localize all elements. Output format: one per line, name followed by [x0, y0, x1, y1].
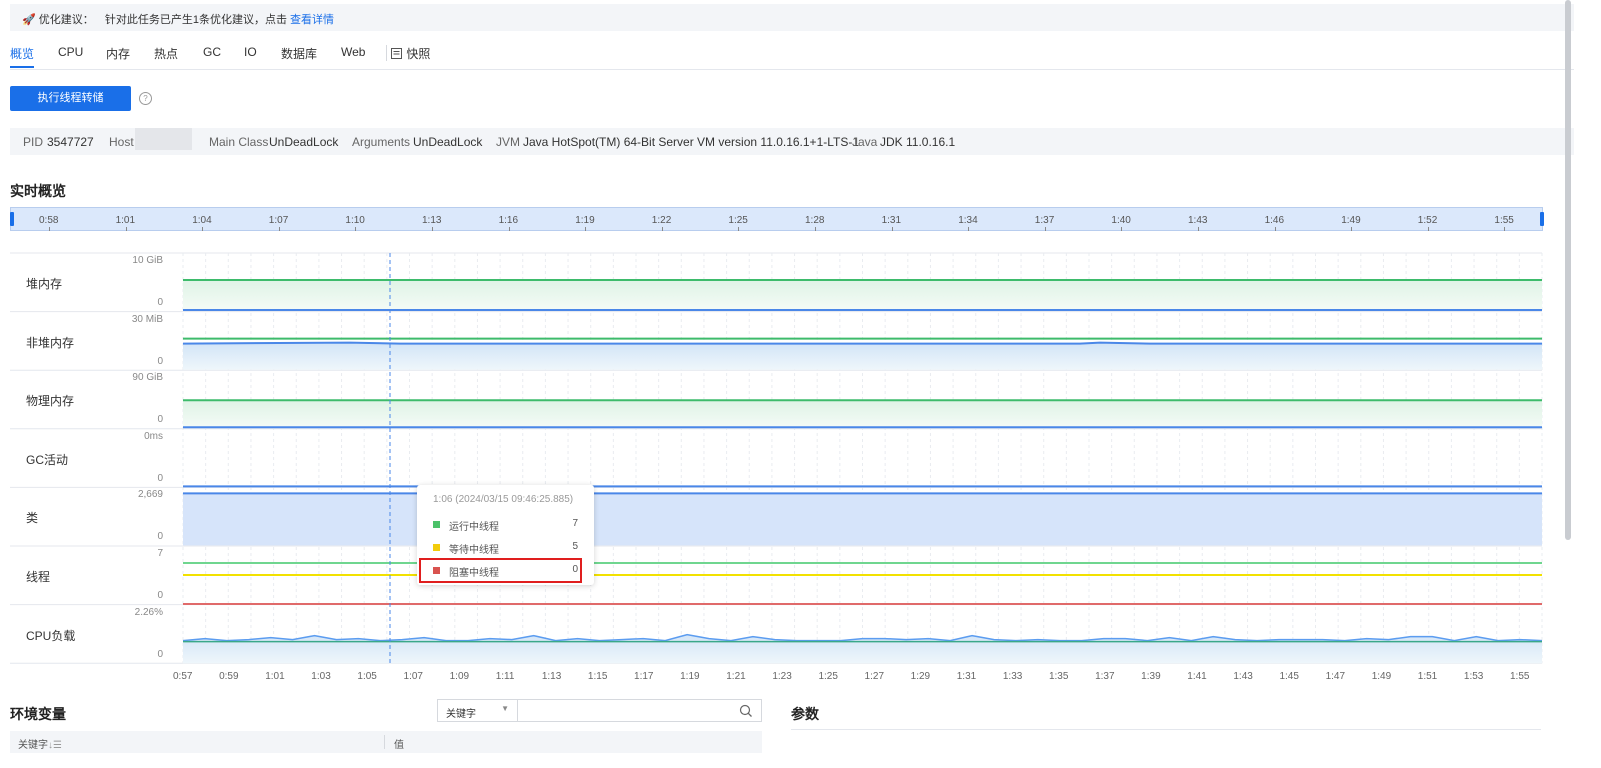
x-axis-tick-label: 1:35	[1048, 671, 1069, 682]
tooltip-row-running: 运行中线程 7	[433, 518, 578, 533]
physical-area	[183, 400, 1542, 428]
nonheap-area	[183, 343, 1542, 370]
col-key-label: 关键字	[18, 740, 48, 751]
metric-label: 非堆内存	[26, 335, 75, 350]
y-axis-min-label: 0	[157, 590, 163, 601]
y-axis-min-label: 0	[157, 648, 163, 660]
x-axis-tick-label: 1:49	[1371, 671, 1392, 682]
y-axis-min-label: 0	[157, 531, 163, 543]
x-axis-tick-label: 1:09	[449, 671, 470, 682]
metric-label: 物理内存	[26, 394, 75, 409]
metric-label: GC活动	[26, 452, 69, 467]
x-axis-tick-label: 1:31	[956, 671, 977, 682]
x-axis-tick-label: 1:13	[541, 671, 562, 682]
x-axis-tick-label: 1:47	[1325, 671, 1346, 682]
x-axis-tick-label: 1:41	[1187, 671, 1207, 682]
metric-label: 线程	[26, 570, 51, 584]
x-axis-tick-label: 1:29	[910, 671, 931, 682]
x-axis-tick-label: 1:07	[403, 671, 423, 682]
running-swatch	[433, 521, 440, 528]
metric-label: 堆内存	[26, 277, 63, 291]
y-axis-max-label: 30 MiB	[131, 313, 163, 325]
blocked-highlight-box	[419, 558, 582, 583]
env-search-input[interactable]	[518, 699, 762, 722]
x-axis-tick-label: 1:05	[357, 671, 377, 682]
x-axis-tick-label: 1:25	[818, 671, 838, 682]
classes-area	[183, 493, 1542, 546]
y-axis-min-label: 0	[157, 472, 163, 484]
y-axis-max-label: 2.26%	[134, 606, 163, 618]
x-axis-tick-label: 1:43	[1233, 671, 1253, 682]
y-axis-min-label: 0	[157, 414, 163, 426]
tooltip-running-name: 运行中线程	[449, 522, 499, 533]
x-axis-tick-label: 1:19	[680, 671, 700, 682]
y-axis-min-label: 0	[157, 297, 163, 308]
x-axis-tick-label: 1:39	[1141, 671, 1161, 682]
x-axis-tick-label: 1:21	[726, 671, 746, 682]
x-axis-tick-label: 1:53	[1463, 671, 1484, 682]
y-axis-max-label: 10 GiB	[132, 255, 163, 266]
y-axis-max-label: 2,669	[137, 489, 163, 501]
x-axis-tick-label: 1:11	[495, 671, 515, 682]
keyword-select[interactable]: 关键字 ▼	[437, 699, 518, 722]
x-axis-tick-label: 1:33	[1002, 671, 1023, 682]
env-vars-title: 环境变量	[10, 706, 66, 722]
heap-area	[183, 280, 1542, 310]
x-axis-tick-label: 1:17	[634, 671, 654, 682]
x-axis-tick-label: 1:45	[1279, 671, 1299, 682]
env-table-header: 关键字↓☰ 值	[10, 731, 762, 753]
params-title: 参数	[791, 706, 819, 722]
search-icon[interactable]	[739, 704, 753, 718]
x-axis-tick-label: 1:27	[864, 671, 885, 682]
x-axis-tick-label: 1:23	[772, 671, 792, 682]
tooltip-title: 1:06 (2024/03/15 09:46:25.885)	[433, 494, 574, 505]
x-axis-tick-label: 1:03	[311, 671, 331, 682]
page-scrollbar[interactable]	[1565, 0, 1571, 540]
y-axis-max-label: 0ms	[144, 430, 163, 442]
x-axis-tick-label: 1:37	[1095, 671, 1115, 682]
x-axis-tick-label: 1:55	[1510, 671, 1530, 682]
x-axis-tick-label: 1:01	[265, 671, 285, 682]
keyword-select-value: 关键字	[446, 709, 476, 720]
chevron-down-icon: ▼	[501, 704, 509, 713]
tooltip-waiting-value: 5	[572, 541, 578, 552]
tooltip-running-value: 7	[572, 518, 578, 529]
tooltip-row-waiting: 等待中线程 5	[433, 541, 578, 556]
metrics-chart	[10, 252, 1543, 664]
nonheap-used-line	[182, 341, 1542, 345]
y-axis-min-label: 0	[157, 355, 163, 367]
thread-tooltip: 1:06 (2024/03/15 09:46:25.885) 运行中线程 7 等…	[417, 485, 594, 585]
y-axis-max-label: 90 GiB	[132, 372, 163, 384]
waiting-swatch	[433, 544, 440, 551]
col-value-header: 值	[394, 740, 404, 751]
x-axis-tick-label: 1:51	[1417, 671, 1438, 682]
params-divider	[791, 729, 1541, 730]
metric-label: 类	[26, 511, 39, 526]
metric-label: CPU负载	[26, 628, 76, 643]
x-axis-tick-label: 1:15	[587, 671, 608, 682]
sort-icon[interactable]: ↓☰	[48, 740, 62, 751]
col-divider	[384, 735, 385, 749]
tooltip-waiting-name: 等待中线程	[449, 545, 499, 556]
x-axis-tick-label: 0:59	[219, 671, 239, 682]
col-key-header[interactable]: 关键字↓☰	[18, 736, 62, 751]
x-axis-tick-label: 0:57	[173, 671, 193, 682]
y-axis-max-label: 7	[157, 548, 163, 559]
